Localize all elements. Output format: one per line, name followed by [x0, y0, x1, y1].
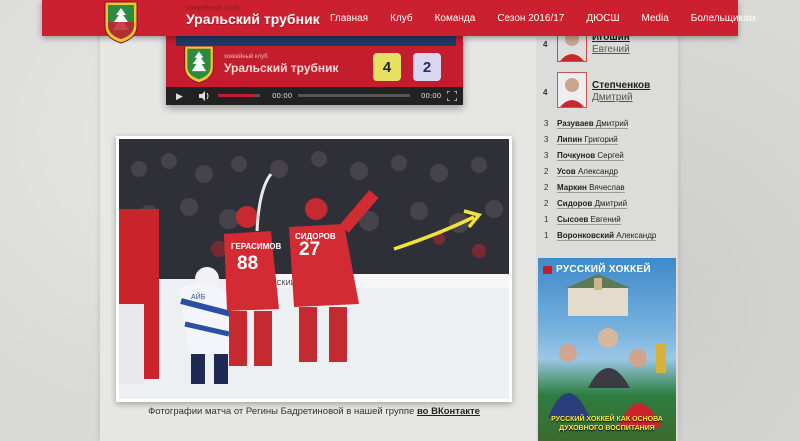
- player-last-name[interactable]: Сысоев: [557, 215, 588, 224]
- list-item: 1 Сысоев Евгений: [536, 215, 678, 227]
- video-logo-title: Уральский трубник: [224, 61, 339, 75]
- player-first-name[interactable]: Вячеслав: [589, 183, 625, 192]
- list-item: 3 Почкунов Сергей: [536, 151, 678, 163]
- score-home: 4: [373, 53, 401, 81]
- video-frame[interactable]: хоккейный клуб Уральский трубник 4 2: [166, 30, 463, 87]
- player-1-name: ГЕРАСИМОВ: [231, 242, 281, 251]
- fullscreen-icon[interactable]: [447, 91, 457, 101]
- player-goal-count: 2: [544, 199, 549, 208]
- time-current: 00:00: [272, 92, 293, 100]
- nav-item-club[interactable]: Клуб: [390, 13, 413, 24]
- player-goal-count: 3: [544, 119, 549, 128]
- player-link[interactable]: Почкунов Сергей: [557, 151, 624, 161]
- nav-item-media[interactable]: Media: [642, 13, 669, 24]
- player-avatar[interactable]: [557, 72, 587, 108]
- russian-hockey-banner[interactable]: РУССКИЙ ХОККЕЙ РУССКИЙ ХОККЕЙ КАК ОСНОВА…: [538, 258, 676, 441]
- volume-icon[interactable]: [198, 91, 210, 101]
- player-goal-count: 4: [543, 88, 548, 97]
- player-first-name[interactable]: Александр: [578, 167, 618, 176]
- player-goal-count: 2: [544, 167, 549, 176]
- match-photo[interactable]: УРАЛЬСКИЙ АЙБ ГЕРАСИМОВ 88 СИДОРОВ 27: [119, 139, 509, 399]
- match-photo-scene: УРАЛЬСКИЙ АЙБ ГЕРАСИМОВ 88 СИДОРОВ 27: [119, 139, 509, 399]
- player-goal-count: 1: [544, 231, 549, 240]
- player-last-name[interactable]: Почкунов: [557, 151, 595, 160]
- video-logo-subtitle: хоккейный клуб: [224, 54, 268, 60]
- video-player[interactable]: хоккейный клуб Уральский трубник 4 2 ▶ 0…: [166, 30, 463, 105]
- progress-bar[interactable]: [298, 94, 410, 97]
- player-link[interactable]: Липин Григорий: [557, 135, 618, 145]
- player-link[interactable]: Сидоров Дмитрий: [557, 199, 628, 209]
- player-last-name[interactable]: Маркин: [557, 183, 587, 192]
- caption-text: Фотографии матча от Регины Бадретиновой …: [148, 406, 415, 417]
- list-item: 2 Маркин Вячеслав: [536, 183, 678, 195]
- player-2-number: 27: [299, 239, 320, 260]
- main-nav: Главная Клуб Команда Сезон 2016/17 ДЮСШ …: [330, 0, 778, 36]
- score-away: 2: [413, 53, 441, 81]
- player-link[interactable]: Маркин Вячеслав: [557, 183, 625, 193]
- play-icon[interactable]: ▶: [176, 91, 183, 102]
- player-last-name[interactable]: Сидоров: [557, 199, 592, 208]
- banner-caption: РУССКИЙ ХОККЕЙ КАК ОСНОВА ДУХОВНОГО ВОСП…: [538, 415, 676, 433]
- player-last-name[interactable]: Усов: [557, 167, 576, 176]
- nav-item-school[interactable]: ДЮСШ: [586, 13, 619, 24]
- player-last-name[interactable]: Воронковский: [557, 231, 614, 240]
- player-goal-count: 3: [544, 135, 549, 144]
- list-item: 3 Разуваев Дмитрий: [536, 119, 678, 131]
- banner-line-2: ДУХОВНОГО ВОСПИТАНИЯ: [559, 425, 655, 432]
- top-player-name[interactable]: Степченков Дмитрий: [592, 80, 650, 104]
- player-link[interactable]: Разуваев Дмитрий: [557, 119, 629, 129]
- player-link[interactable]: Сысоев Евгений: [557, 215, 621, 225]
- player-link[interactable]: Усов Александр: [557, 167, 618, 177]
- banner-line-1: РУССКИЙ ХОККЕЙ КАК ОСНОВА: [551, 416, 663, 423]
- club-emblem-icon[interactable]: [102, 0, 140, 44]
- photo-caption: Фотографии матча от Регины Бадретиновой …: [116, 406, 512, 417]
- player-first-name[interactable]: Евгений: [592, 44, 630, 56]
- player-first-name[interactable]: Дмитрий: [596, 119, 628, 128]
- list-item: 2 Усов Александр: [536, 167, 678, 179]
- nav-item-season[interactable]: Сезон 2016/17: [497, 13, 564, 24]
- volume-slider[interactable]: [218, 94, 260, 97]
- player-first-name[interactable]: Дмитрий: [595, 199, 627, 208]
- time-total: 00:00: [421, 92, 442, 100]
- player-first-name[interactable]: Григорий: [584, 135, 617, 144]
- player-link[interactable]: Воронковский Александр: [557, 231, 657, 241]
- volume-level: [218, 94, 254, 97]
- site-header: хоккейный клуб Уральский трубник Главная…: [42, 0, 756, 44]
- player-first-name[interactable]: Евгений: [591, 215, 621, 224]
- player-goal-count: 2: [544, 183, 549, 192]
- match-photo-frame: УРАЛЬСКИЙ АЙБ ГЕРАСИМОВ 88 СИДОРОВ 27: [116, 136, 512, 402]
- list-item: 1 Воронковский Александр: [536, 231, 678, 243]
- nav-item-fans[interactable]: Болельщикам: [691, 13, 756, 24]
- vk-group-link[interactable]: во ВКонтакте: [417, 406, 480, 417]
- player-first-name[interactable]: Сергей: [597, 151, 623, 160]
- player-1-number: 88: [237, 253, 258, 274]
- banner-scene: [548, 274, 666, 428]
- player-last-name[interactable]: Липин: [557, 135, 582, 144]
- player-last-name[interactable]: Разуваев: [557, 119, 594, 128]
- player-goal-count: 1: [544, 215, 549, 224]
- player-goal-count: 4: [543, 40, 548, 49]
- logo-title[interactable]: Уральский трубник: [186, 11, 320, 27]
- club-emblem-icon: [184, 45, 214, 84]
- list-item: 2 Сидоров Дмитрий: [536, 199, 678, 211]
- list-item: 3 Липин Григорий: [536, 135, 678, 147]
- opponent-jersey-text: АЙБ: [191, 292, 206, 301]
- player-last-name[interactable]: Степченков: [592, 80, 650, 92]
- nav-item-home[interactable]: Главная: [330, 13, 368, 24]
- player-goal-count: 3: [544, 151, 549, 160]
- video-controls: ▶ 00:00 00:00: [166, 87, 463, 105]
- player-first-name[interactable]: Александр: [616, 231, 656, 240]
- player-first-name[interactable]: Дмитрий: [592, 92, 650, 104]
- nav-item-team[interactable]: Команда: [435, 13, 476, 24]
